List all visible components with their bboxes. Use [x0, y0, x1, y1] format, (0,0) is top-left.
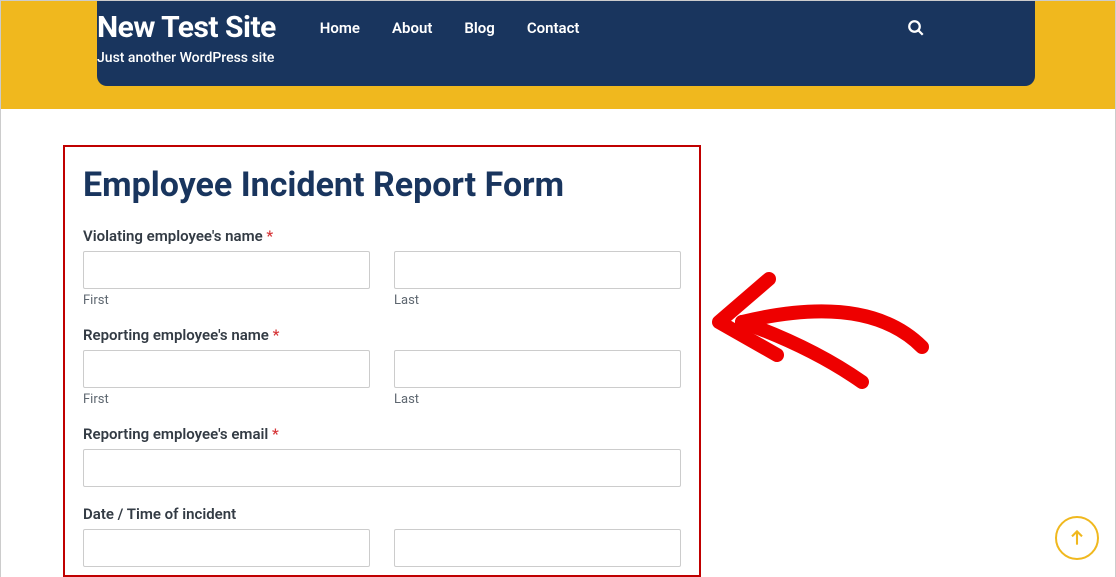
- form-title: Employee Incident Report Form: [83, 165, 681, 205]
- nav-home[interactable]: Home: [320, 19, 360, 37]
- nav-blog[interactable]: Blog: [464, 19, 494, 37]
- violating-last-input[interactable]: [394, 251, 681, 289]
- violating-name-group: Violating employee's name * First Last: [83, 227, 681, 308]
- violating-name-label: Violating employee's name *: [83, 227, 681, 245]
- datetime-group: Date / Time of incident: [83, 505, 681, 567]
- reporting-email-label: Reporting employee's email *: [83, 425, 681, 443]
- time-input[interactable]: [394, 529, 681, 567]
- datetime-label: Date / Time of incident: [83, 505, 681, 523]
- search-icon[interactable]: [907, 19, 925, 41]
- violating-first-input[interactable]: [83, 251, 370, 289]
- nav-menu: Home About Blog Contact: [320, 1, 580, 37]
- required-asterisk: *: [272, 425, 279, 443]
- last-sublabel: Last: [394, 293, 681, 308]
- scroll-to-top-button[interactable]: [1055, 516, 1099, 560]
- arrow-up-icon: [1067, 528, 1087, 548]
- required-asterisk: *: [273, 326, 280, 344]
- first-sublabel: First: [83, 392, 370, 407]
- reporting-name-label: Reporting employee's name *: [83, 326, 681, 344]
- nav-about[interactable]: About: [392, 19, 432, 37]
- incident-form: Employee Incident Report Form Violating …: [63, 145, 701, 577]
- site-brand[interactable]: New Test Site Just another WordPress sit…: [97, 1, 276, 66]
- reporting-name-group: Reporting employee's name * First Last: [83, 326, 681, 407]
- required-asterisk: *: [266, 227, 273, 245]
- first-sublabel: First: [83, 293, 370, 308]
- last-sublabel: Last: [394, 392, 681, 407]
- site-tagline: Just another WordPress site: [97, 50, 276, 66]
- reporting-first-input[interactable]: [83, 350, 370, 388]
- site-title: New Test Site: [97, 11, 276, 46]
- reporting-email-input[interactable]: [83, 449, 681, 487]
- reporting-email-group: Reporting employee's email *: [83, 425, 681, 487]
- reporting-last-input[interactable]: [394, 350, 681, 388]
- date-input[interactable]: [83, 529, 370, 567]
- navbar: New Test Site Just another WordPress sit…: [97, 1, 1035, 86]
- nav-contact[interactable]: Contact: [527, 19, 580, 37]
